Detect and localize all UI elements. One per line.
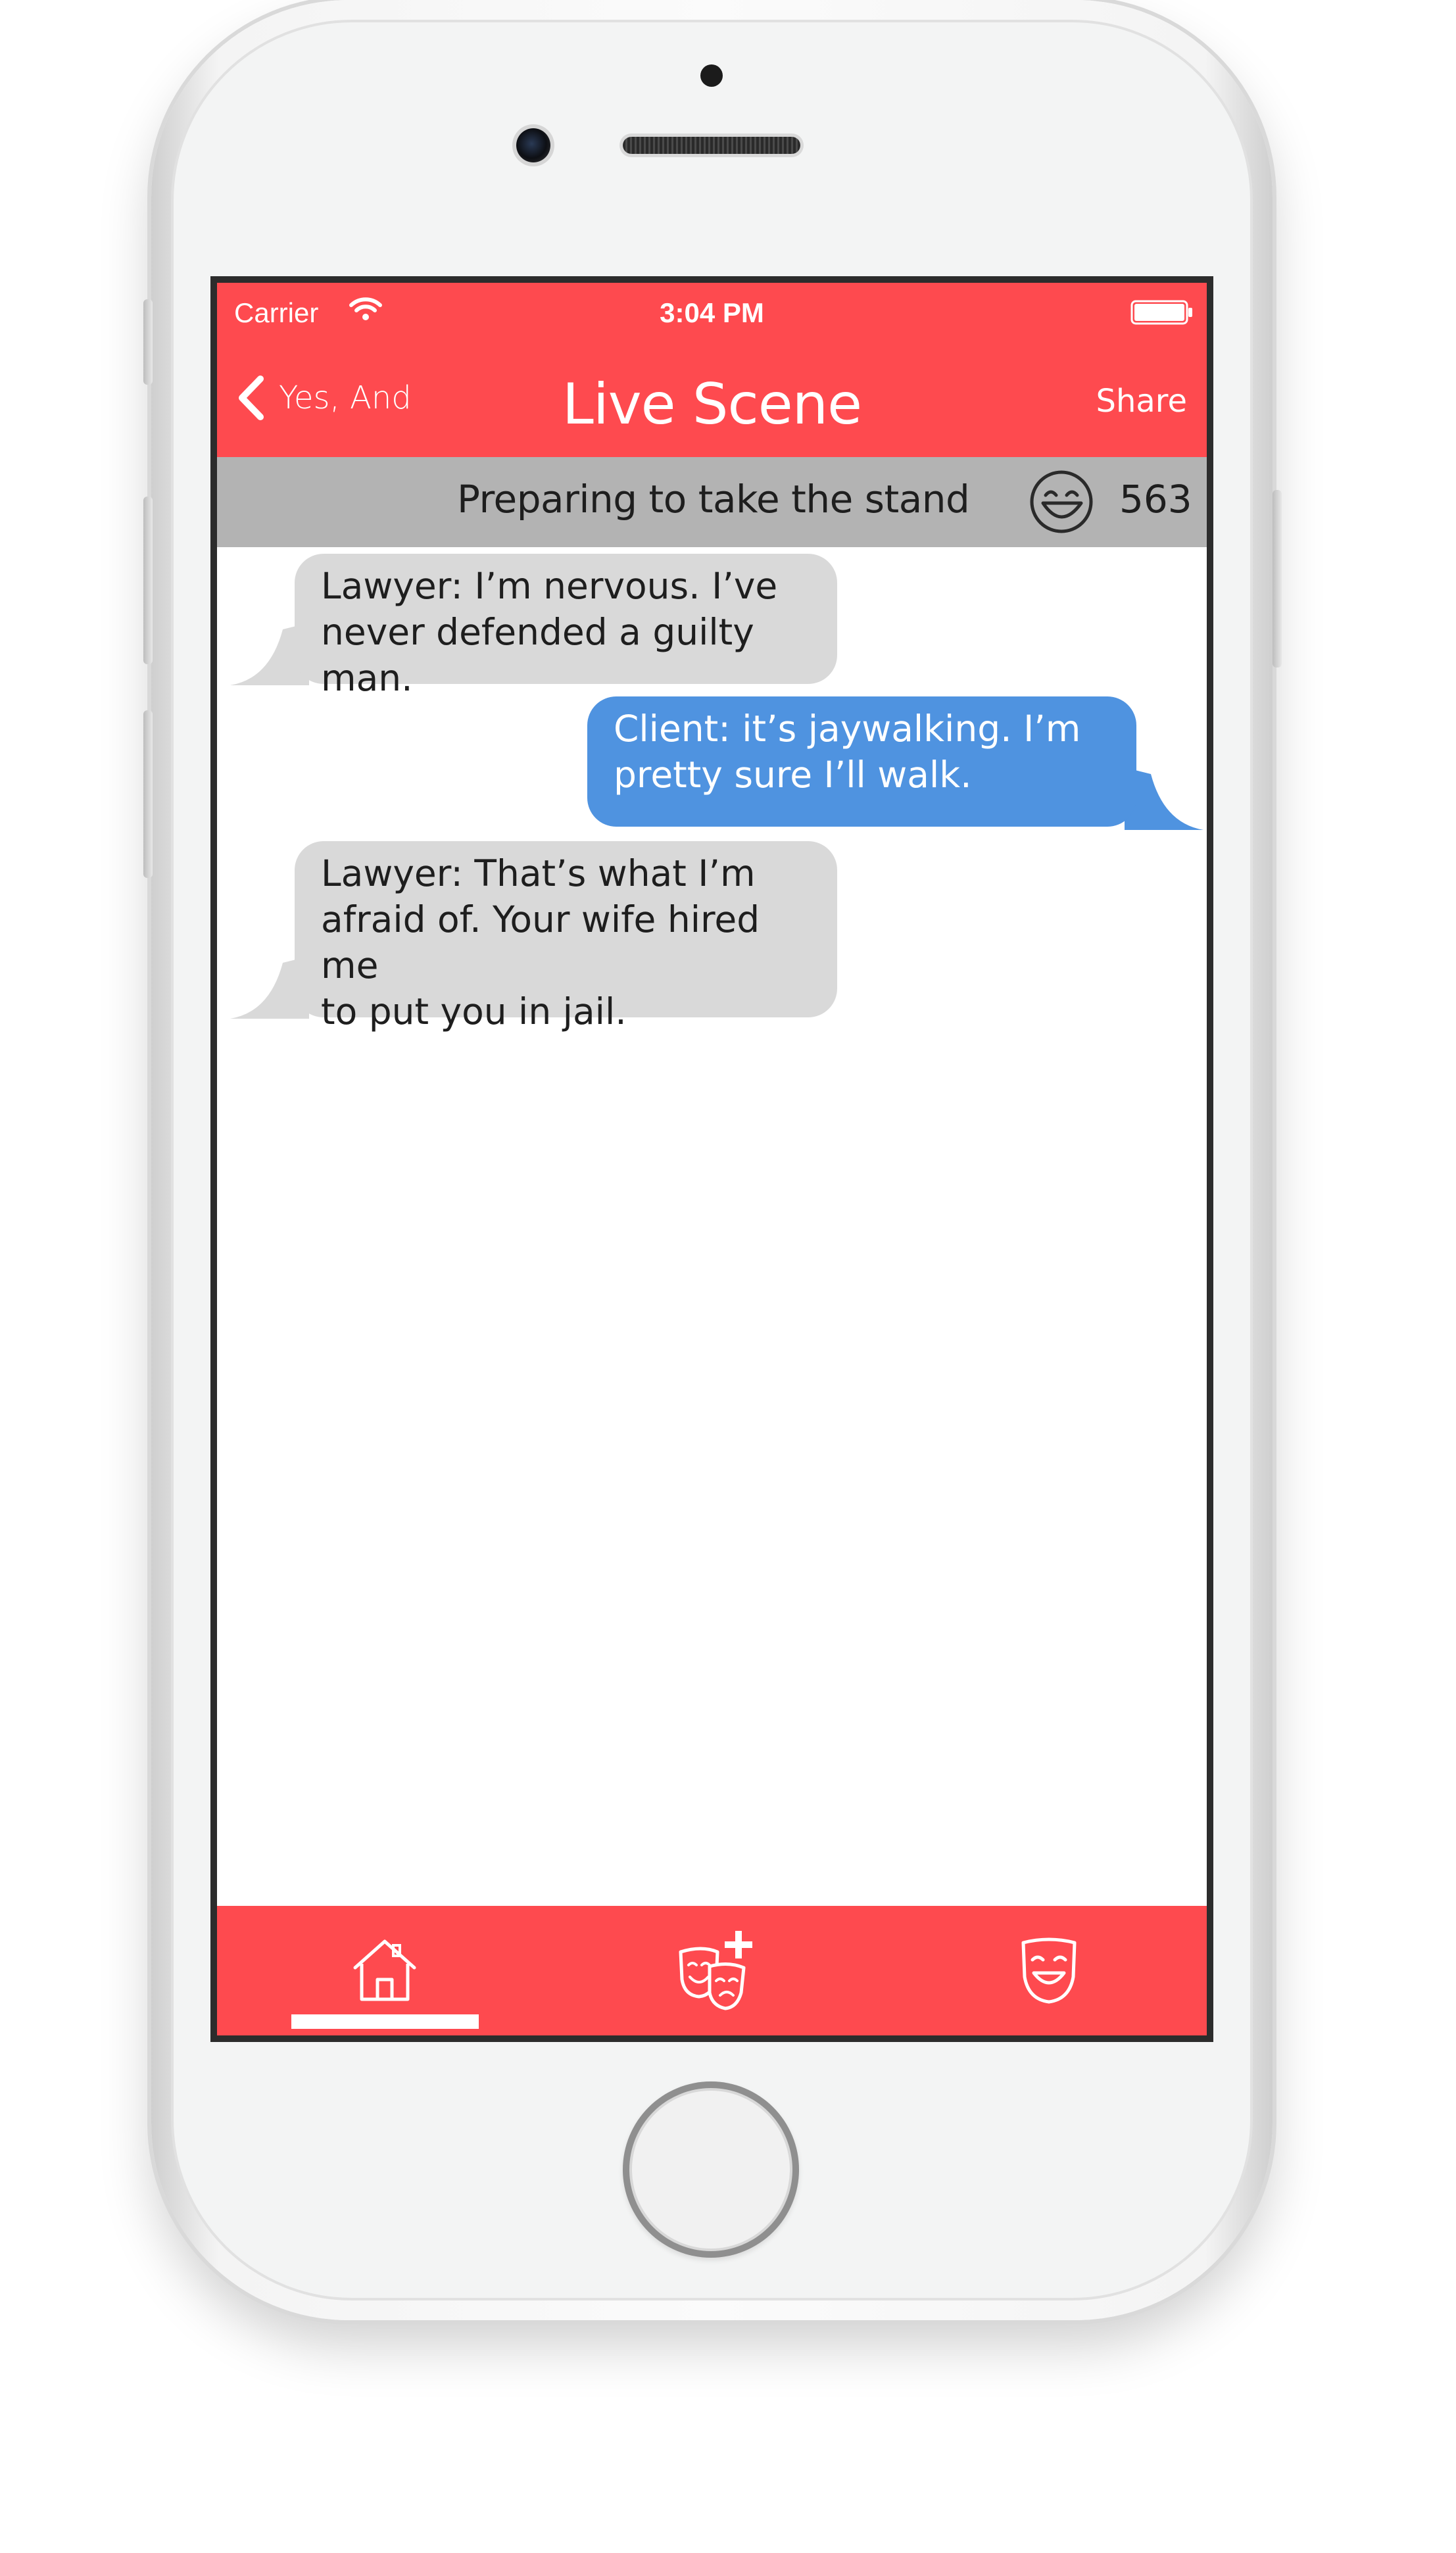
- tab-selected-indicator: [291, 2014, 479, 2029]
- volume-down-button: [143, 710, 153, 878]
- scene-header: Preparing to take the stand 563: [217, 457, 1207, 547]
- power-button: [1273, 490, 1282, 668]
- navigation-bar: Yes, And Live Scene Share: [217, 342, 1207, 457]
- battery-full-icon: [1130, 300, 1192, 325]
- app-view: Carrier 3:04 PM Yes, And Live Scene Shar…: [217, 283, 1207, 2035]
- proximity-sensor: [700, 64, 723, 87]
- home-button[interactable]: [623, 2081, 799, 2258]
- message-line: Client: it’s jaywalking. I’m: [614, 708, 1081, 750]
- mute-switch: [143, 299, 153, 385]
- scene-title: Preparing to take the stand: [457, 477, 970, 522]
- add-scene-masks-icon: [679, 1931, 752, 2010]
- front-camera: [516, 128, 550, 162]
- laugh-count: 563: [1119, 477, 1192, 522]
- outgoing-bubble-tail: [1125, 767, 1203, 830]
- message-line: afraid of. Your wife hired me: [321, 898, 760, 986]
- message-bubble-incoming: Lawyer: That’s what I’m afraid of. Your …: [295, 841, 837, 1033]
- app-header: Carrier 3:04 PM Yes, And Live Scene Shar…: [217, 283, 1207, 457]
- comedy-mask-icon: [1021, 1937, 1077, 2004]
- phone-screen: Carrier 3:04 PM Yes, And Live Scene Shar…: [210, 276, 1213, 2042]
- message-line: Lawyer: I’m nervous. I’ve: [321, 565, 778, 607]
- message-line: to put you in jail.: [321, 990, 627, 1033]
- page-title: Live Scene: [562, 372, 862, 437]
- message-bubble-incoming: Lawyer: I’m nervous. I’ve never defended…: [295, 554, 837, 699]
- tab-home[interactable]: [286, 1906, 483, 2035]
- message-line: never defended a guilty man.: [321, 611, 754, 699]
- status-time: 3:04 PM: [660, 297, 764, 328]
- share-button[interactable]: Share: [1096, 383, 1187, 420]
- message-list: Lawyer: I’m nervous. I’ve never defended…: [217, 547, 1207, 1941]
- volume-up-button: [143, 497, 153, 664]
- message-bubble-outgoing: Client: it’s jaywalking. I’m pretty sure…: [587, 696, 1136, 827]
- earpiece-speaker: [623, 137, 800, 154]
- status-bar: Carrier 3:04 PM: [217, 283, 1207, 342]
- message-line: pretty sure I’ll walk.: [614, 754, 972, 796]
- laughing-face-icon[interactable]: [1027, 468, 1096, 536]
- tab-bar: [217, 1906, 1207, 2035]
- tab-add-scene[interactable]: [619, 1906, 817, 2035]
- home-icon: [353, 1939, 416, 2001]
- tab-comedy[interactable]: [950, 1906, 1148, 2035]
- message-line: Lawyer: That’s what I’m: [321, 852, 756, 894]
